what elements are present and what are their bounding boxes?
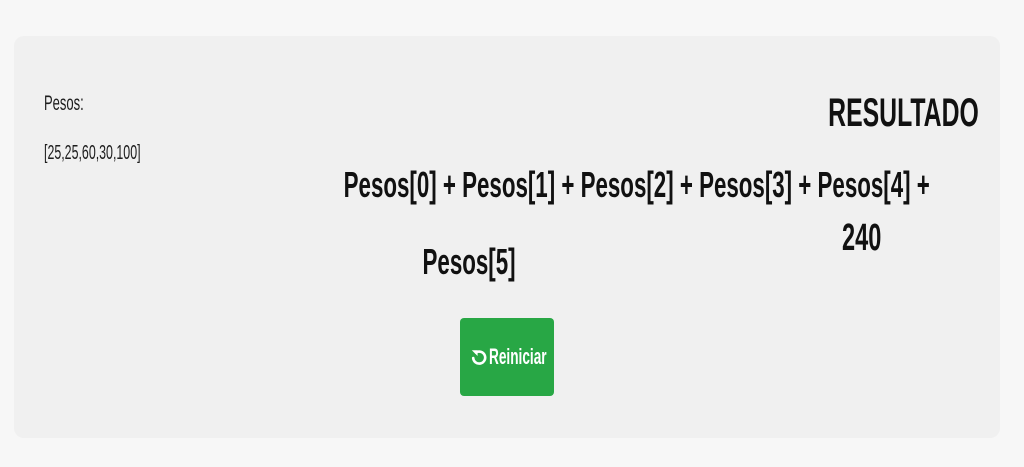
formula-line-2-text: Pesos[5] <box>422 241 516 282</box>
main-card: Pesos: [25,25,60,30,100] Pesos[0] + Peso… <box>14 36 1000 438</box>
formula-line-1-text: Pesos[0] + Pesos[1] + Pesos[2] + Pesos[3… <box>343 164 930 205</box>
formula-line-1: Pesos[0] + Pesos[1] + Pesos[2] + Pesos[3… <box>164 146 930 223</box>
reset-button[interactable]: Reiniciar <box>460 318 554 396</box>
result-heading-text: RESULTADO <box>828 91 979 135</box>
formula-line-2: Pesos[5] <box>164 223 774 300</box>
pesos-label-text: Pesos: <box>44 92 84 115</box>
sum-formula: Pesos[0] + Pesos[1] + Pesos[2] + Pesos[3… <box>164 146 930 300</box>
result-value: 240 <box>782 217 942 260</box>
pesos-values-text: [25,25,60,30,100] <box>44 142 141 164</box>
reset-button-label: Reiniciar <box>489 344 547 369</box>
undo-icon <box>471 348 487 366</box>
result-heading: RESULTADO <box>782 91 979 136</box>
pesos-label: Pesos: <box>44 92 108 116</box>
result-value-text: 240 <box>842 217 882 259</box>
